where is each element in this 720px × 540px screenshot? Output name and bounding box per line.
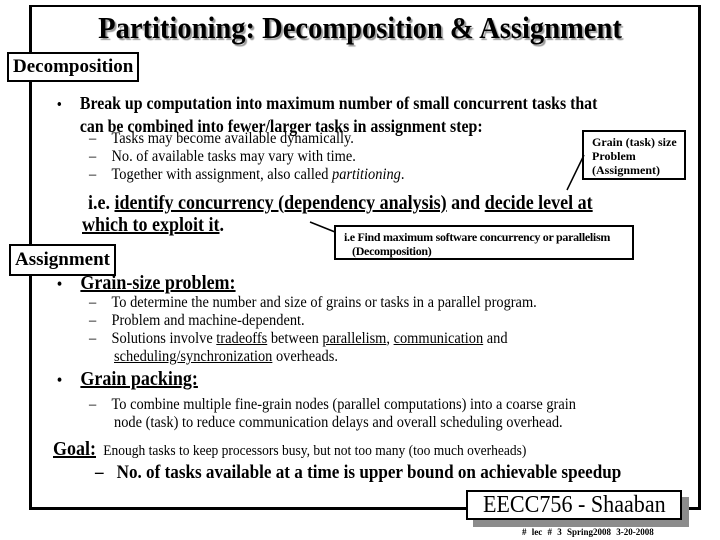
parallelism-term: parallelism — [322, 330, 387, 347]
goal-sub-point: – No. of tasks available at a time is upp… — [95, 462, 621, 484]
find-concurrency-callout: i.e Find maximum software concurrency or… — [334, 225, 634, 260]
grain-size-solutions: – Solutions involve tradeoffs between par… — [89, 330, 508, 348]
grain-packing-sub-point-line2: node (task) to reduce communication dela… — [114, 414, 563, 432]
dash-icon: – — [89, 166, 97, 183]
decide-level-text: decide level at — [484, 192, 593, 214]
dash-icon: – — [89, 396, 97, 413]
goal-text: Enough tasks to keep processors busy, bu… — [103, 443, 527, 459]
exploit-text: which to exploit it — [82, 214, 220, 236]
between-text: between — [267, 330, 323, 347]
ie-mid: and — [446, 192, 485, 214]
decomposition-sub-point: – Tasks may become available dynamically. — [89, 130, 354, 148]
grain-packing-heading-text: Grain packing: — [80, 368, 198, 390]
overheads-text: overheads. — [272, 348, 338, 365]
dash-icon: – — [89, 148, 97, 165]
sub-point-text: node (task) to reduce communication dela… — [114, 414, 563, 431]
grain-size-heading-text: Grain-size problem: — [80, 272, 236, 294]
scheduling-term: scheduling/synchronization — [114, 348, 273, 365]
solutions-prefix: Solutions involve — [111, 330, 217, 347]
course-footer: EECC756 - Shaaban — [466, 490, 682, 520]
dash-icon: – — [89, 330, 97, 347]
goal-label: Goal: — [53, 438, 97, 460]
grain-size-callout: Grain (task) size Problem (Assignment) — [582, 130, 686, 180]
grain-size-heading: • Grain-size problem: — [57, 272, 236, 295]
bullet-icon: • — [57, 372, 63, 389]
bullet-icon: • — [57, 276, 63, 293]
goal-statement: Goal: Enough tasks to keep processors bus… — [53, 438, 526, 461]
ie-prefix: i.e. — [88, 192, 115, 214]
sub-point-text: To determine the number and size of grai… — [111, 294, 537, 311]
dash-icon: – — [89, 294, 97, 311]
dash-icon: – — [89, 312, 97, 329]
partitioning-term: partitioning — [332, 166, 401, 183]
callout-line: i.e Find maximum software concurrency or… — [344, 230, 611, 244]
callout-line: (Decomposition) — [352, 244, 432, 258]
decomposition-sub-point: – No. of available tasks may vary with ti… — [89, 148, 356, 166]
period: . — [400, 166, 405, 183]
and-text: and — [483, 330, 508, 347]
sub-point-text: Problem and machine-dependent. — [111, 312, 305, 329]
decomposition-sub-point: – Together with assignment, also called p… — [89, 166, 404, 184]
communication-term: communication — [393, 330, 484, 347]
ie-statement: i.e. identify concurrency (dependency an… — [88, 192, 593, 214]
lecture-meta: # lec # 3 Spring2008 3-20-2008 — [522, 527, 654, 537]
tradeoffs-term: tradeoffs — [216, 330, 268, 347]
grain-size-sub-point: – Problem and machine-dependent. — [89, 312, 305, 330]
grain-packing-sub-point: – To combine multiple fine-grain nodes (p… — [89, 396, 576, 414]
period: . — [219, 214, 225, 236]
goal-sub-text: No. of tasks available at a time is uppe… — [116, 462, 622, 483]
grain-size-sub-point: – To determine the number and size of gra… — [89, 294, 537, 312]
callout-line: Problem — [592, 149, 636, 163]
callout-line: (Assignment) — [592, 163, 660, 177]
bullet-icon: • — [57, 97, 62, 113]
dash-icon: – — [89, 130, 97, 147]
slide-title: Partitioning: Decomposition & Assignment — [98, 10, 622, 45]
main-point-line1: Break up computation into maximum number… — [79, 93, 598, 113]
identify-concurrency-text: identify concurrency (dependency analysi… — [114, 192, 447, 214]
sub-point-text: Together with assignment, also called — [111, 166, 333, 183]
grain-packing-heading: • Grain packing: — [57, 368, 198, 391]
grain-size-solutions-line2: scheduling/synchronization overheads. — [114, 348, 338, 366]
sub-point-text: To combine multiple fine-grain nodes (pa… — [111, 396, 576, 413]
callout-line: Grain (task) size — [592, 135, 677, 149]
dash-icon: – — [95, 462, 104, 483]
sub-point-text: No. of available tasks may vary with tim… — [111, 148, 356, 165]
course-name: EECC756 - Shaaban — [482, 492, 666, 518]
decomposition-label: Decomposition — [7, 52, 140, 82]
sub-point-text: Tasks may become available dynamically. — [111, 130, 354, 147]
ie-statement-line2: which to exploit it. — [82, 214, 224, 236]
